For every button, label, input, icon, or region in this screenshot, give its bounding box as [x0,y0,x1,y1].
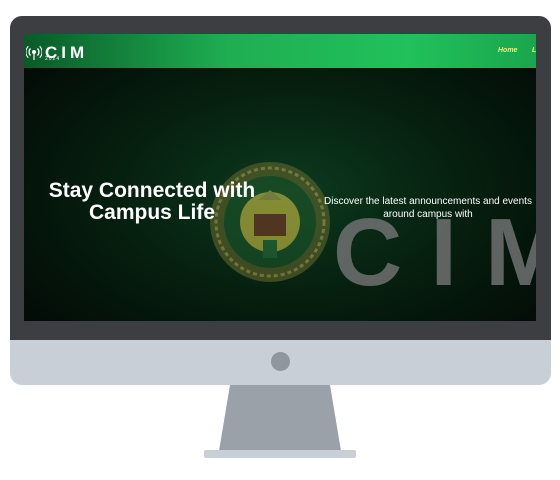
website-screen: CIM 2024 Home L CIM Stay Connected with … [24,34,536,321]
hero-title: Stay Connected with Campus Life [48,179,256,224]
brand-year: 2024 [45,56,61,62]
nav-link-partial[interactable]: L [532,47,536,54]
power-button [271,352,290,371]
hero-subtitle: Discover the latest announcements and ev… [324,196,532,220]
monitor-stand [219,385,341,451]
navbar: CIM 2024 Home L [24,34,536,68]
broadcast-icon [26,45,42,60]
monitor-stand-base [204,450,356,458]
nav-home-link[interactable]: Home [498,47,517,54]
